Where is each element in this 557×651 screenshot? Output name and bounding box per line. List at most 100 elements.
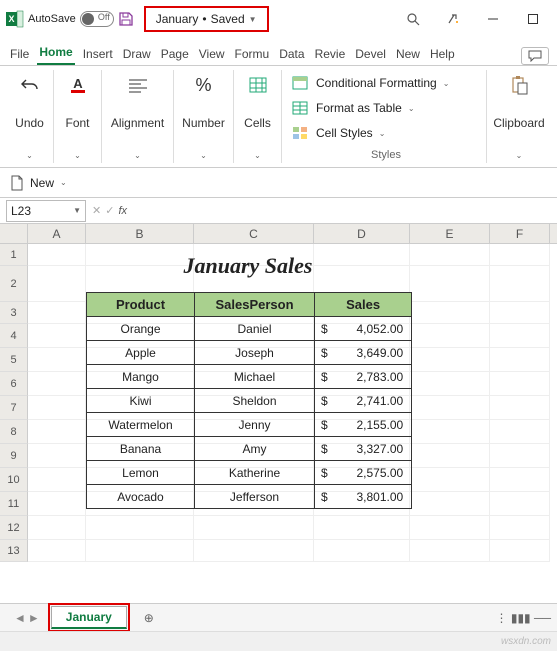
currency-cell[interactable]: $ [315, 365, 334, 389]
amount-cell[interactable]: 3,649.00 [334, 341, 412, 365]
tab-developer[interactable]: Devel [353, 43, 388, 65]
cell[interactable] [490, 516, 550, 540]
table-row[interactable]: AppleJoseph$3,649.00 [87, 341, 412, 365]
autosave-toggle[interactable]: AutoSave Off [28, 11, 114, 27]
table-row[interactable]: AvocadoJefferson$3,801.00 [87, 485, 412, 509]
salesperson-cell[interactable]: Joseph [195, 341, 315, 365]
save-icon[interactable] [118, 11, 134, 27]
undo-icon[interactable] [20, 72, 40, 98]
percent-icon[interactable]: % [195, 72, 211, 98]
tab-page-layout[interactable]: Page [159, 43, 191, 65]
select-all-corner[interactable] [0, 224, 28, 243]
cell[interactable] [28, 302, 86, 324]
cell[interactable] [490, 266, 550, 302]
row-header[interactable]: 12 [0, 516, 28, 540]
cell[interactable] [490, 492, 550, 516]
toggle-switch[interactable]: Off [80, 11, 114, 27]
paste-icon[interactable] [509, 72, 529, 98]
cell[interactable] [28, 516, 86, 540]
row-header[interactable]: 3 [0, 302, 28, 324]
enter-formula-icon[interactable]: ✓ [105, 204, 114, 217]
amount-cell[interactable]: 3,327.00 [334, 437, 412, 461]
column-header[interactable]: F [490, 224, 550, 243]
table-row[interactable]: WatermelonJenny$2,155.00 [87, 413, 412, 437]
sales-table[interactable]: Product SalesPerson Sales OrangeDaniel$4… [86, 292, 412, 509]
salesperson-cell[interactable]: Jenny [195, 413, 315, 437]
tab-file[interactable]: File [8, 43, 31, 65]
salesperson-cell[interactable]: Sheldon [195, 389, 315, 413]
cell[interactable] [28, 540, 86, 562]
currency-cell[interactable]: $ [315, 461, 334, 485]
row-header[interactable]: 11 [0, 492, 28, 516]
product-cell[interactable]: Watermelon [87, 413, 195, 437]
cell[interactable] [28, 348, 86, 372]
tab-new[interactable]: New [394, 43, 422, 65]
column-header[interactable]: C [194, 224, 314, 243]
cells-label[interactable]: Cells [244, 116, 271, 130]
row-header[interactable]: 8 [0, 420, 28, 444]
cell[interactable] [28, 372, 86, 396]
cell[interactable] [490, 444, 550, 468]
cell[interactable] [410, 372, 490, 396]
cell[interactable] [194, 540, 314, 562]
cell-styles-button[interactable]: Cell Styles⌄ [292, 122, 385, 144]
table-row[interactable]: BananaAmy$3,327.00 [87, 437, 412, 461]
cell[interactable] [410, 348, 490, 372]
row-header[interactable]: 4 [0, 324, 28, 348]
salesperson-cell[interactable]: Michael [195, 365, 315, 389]
column-header[interactable]: A [28, 224, 86, 243]
cell[interactable] [490, 372, 550, 396]
format-as-table-button[interactable]: Format as Table⌄ [292, 97, 415, 119]
number-label[interactable]: Number [182, 116, 225, 130]
row-header[interactable]: 13 [0, 540, 28, 562]
cell[interactable] [86, 540, 194, 562]
product-cell[interactable]: Kiwi [87, 389, 195, 413]
sheet-title[interactable]: January Sales [86, 253, 410, 283]
cell[interactable] [410, 244, 490, 266]
formula-input[interactable] [131, 200, 557, 222]
cell[interactable] [490, 540, 550, 562]
next-sheet-icon[interactable]: ► [28, 611, 40, 625]
cell[interactable] [314, 540, 410, 562]
table-row[interactable]: MangoMichael$2,783.00 [87, 365, 412, 389]
cell[interactable] [28, 420, 86, 444]
document-title[interactable]: January • Saved ▼ [144, 6, 269, 32]
column-header[interactable]: B [86, 224, 194, 243]
cell[interactable] [410, 492, 490, 516]
cell[interactable] [410, 302, 490, 324]
product-cell[interactable]: Orange [87, 317, 195, 341]
cell[interactable] [410, 468, 490, 492]
amount-cell[interactable]: 2,155.00 [334, 413, 412, 437]
table-header[interactable]: Product [87, 293, 195, 317]
amount-cell[interactable]: 3,801.00 [334, 485, 412, 509]
cell[interactable] [86, 516, 194, 540]
align-icon[interactable] [127, 72, 149, 98]
cell[interactable] [490, 348, 550, 372]
cell[interactable] [28, 244, 86, 266]
new-file-icon[interactable] [10, 175, 24, 191]
salesperson-cell[interactable]: Amy [195, 437, 315, 461]
column-header[interactable]: D [314, 224, 410, 243]
comments-button[interactable] [521, 47, 549, 65]
currency-cell[interactable]: $ [315, 437, 334, 461]
cell[interactable] [410, 420, 490, 444]
cell[interactable] [490, 324, 550, 348]
font-label[interactable]: Font [65, 116, 89, 130]
chevron-down-icon[interactable]: ⌄ [60, 178, 67, 187]
quick-access-icon[interactable] [435, 4, 471, 34]
worksheet-grid[interactable]: A B C D E F 12345678910111213 January Sa… [0, 224, 557, 614]
tab-data[interactable]: Data [277, 43, 306, 65]
table-header[interactable]: SalesPerson [195, 293, 315, 317]
fx-icon[interactable]: fx [118, 205, 127, 217]
salesperson-cell[interactable]: Katherine [195, 461, 315, 485]
cell[interactable] [410, 444, 490, 468]
tab-draw[interactable]: Draw [121, 43, 153, 65]
cell[interactable] [410, 324, 490, 348]
row-header[interactable]: 1 [0, 244, 28, 266]
tab-review[interactable]: Revie [313, 43, 348, 65]
cell[interactable] [410, 516, 490, 540]
cell[interactable] [28, 444, 86, 468]
maximize-button[interactable] [515, 4, 551, 34]
cells-icon[interactable] [248, 72, 268, 98]
cell[interactable] [28, 492, 86, 516]
